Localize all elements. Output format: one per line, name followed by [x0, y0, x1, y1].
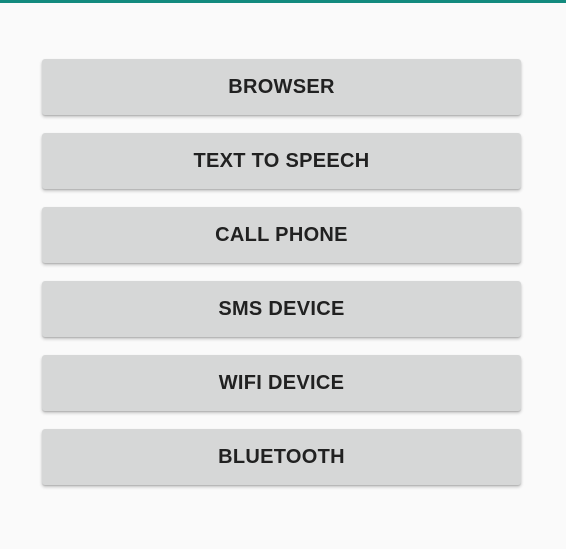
sms-device-button[interactable]: SMS DEVICE: [42, 281, 521, 337]
call-phone-button[interactable]: CALL PHONE: [42, 207, 521, 263]
wifi-device-button[interactable]: WIFI DEVICE: [42, 355, 521, 411]
app-bar-accent-line: [0, 0, 566, 3]
text-to-speech-button[interactable]: TEXT TO SPEECH: [42, 133, 521, 189]
action-button-list: BROWSER TEXT TO SPEECH CALL PHONE SMS DE…: [42, 59, 521, 485]
browser-button[interactable]: BROWSER: [42, 59, 521, 115]
bluetooth-button[interactable]: BLUETOOTH: [42, 429, 521, 485]
